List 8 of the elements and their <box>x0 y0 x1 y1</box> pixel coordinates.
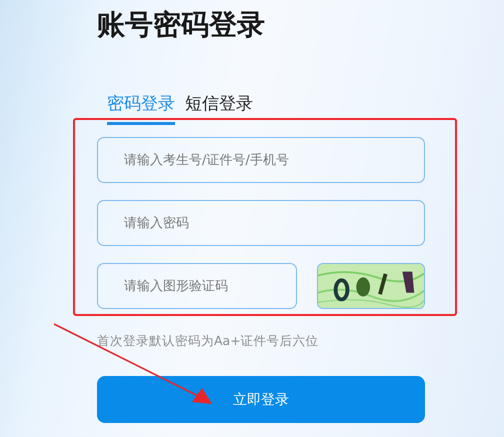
page-title: 账号密码登录 <box>97 7 266 43</box>
account-field[interactable]: 请输入考生号/证件号/手机号 <box>97 137 425 183</box>
captcha-field[interactable]: 请输入图形验证码 <box>97 263 297 309</box>
login-button[interactable]: 立即登录 <box>97 376 425 423</box>
login-tab[interactable]: 短信登录 <box>185 92 253 125</box>
login-tab[interactable]: 密码登录 <box>107 92 175 125</box>
password-field[interactable]: 请输入密码 <box>97 200 425 246</box>
password-hint: 首次登录默认密码为Aa+证件号后六位 <box>97 333 320 350</box>
